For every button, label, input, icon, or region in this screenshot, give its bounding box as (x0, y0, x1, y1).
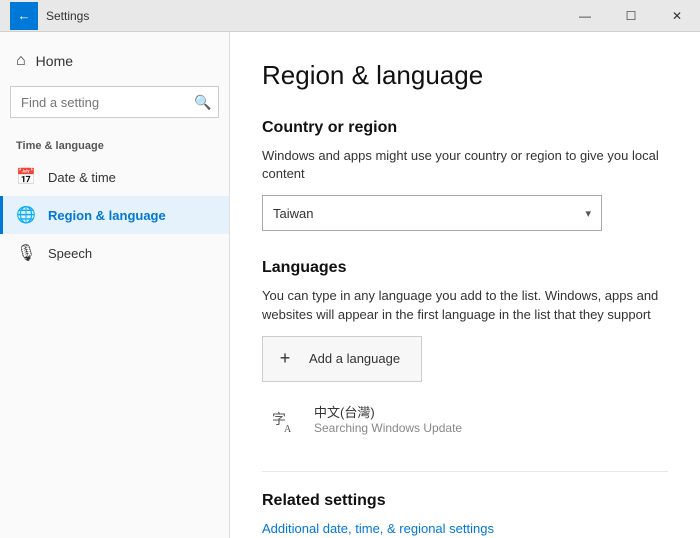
related-settings-section: Related settings Additional date, time, … (262, 492, 668, 536)
language-icon: 字 A (270, 402, 302, 434)
sidebar-item-home[interactable]: ⌂ Home (0, 42, 229, 80)
sidebar-section-label: Time & language (0, 132, 229, 158)
back-button[interactable]: ← (10, 2, 38, 30)
minimize-button[interactable]: — (562, 0, 608, 32)
close-button[interactable]: ✕ (654, 0, 700, 32)
language-name: 中文(台灣) (314, 402, 462, 421)
sidebar-item-region-language[interactable]: 🌐 Region & language (0, 196, 229, 234)
country-region-value: Taiwan (273, 206, 313, 221)
sidebar-item-speech[interactable]: 🎙 Speech (0, 234, 229, 272)
language-info: 中文(台灣) Searching Windows Update (314, 402, 462, 435)
sidebar-item-date-time-label: Date & time (48, 170, 116, 185)
sidebar-home-label: Home (36, 53, 73, 69)
add-language-button[interactable]: + Add a language (262, 336, 422, 382)
titlebar-title: Settings (46, 9, 89, 23)
country-region-section: Country or region Windows and apps might… (262, 119, 668, 231)
country-region-title: Country or region (262, 119, 668, 137)
sidebar-item-speech-label: Speech (48, 246, 92, 261)
search-box: 🔍 (10, 86, 219, 118)
plus-icon: + (271, 345, 299, 373)
sidebar-item-date-time[interactable]: 📅 Date & time (0, 158, 229, 196)
country-region-description: Windows and apps might use your country … (262, 147, 668, 183)
home-icon: ⌂ (16, 52, 26, 70)
related-settings-title: Related settings (262, 492, 668, 510)
speech-icon: 🎙 (16, 243, 36, 263)
chevron-down-icon: ▾ (585, 207, 591, 220)
main-content: Region & language Country or region Wind… (230, 32, 700, 538)
languages-description: You can type in any language you add to … (262, 287, 668, 323)
date-time-icon: 📅 (16, 167, 36, 187)
languages-title: Languages (262, 259, 668, 277)
titlebar-left: ← Settings (10, 2, 89, 30)
additional-date-time-link[interactable]: Additional date, time, & regional settin… (262, 521, 494, 536)
language-status: Searching Windows Update (314, 421, 462, 435)
titlebar-controls: — ☐ ✕ (562, 0, 700, 32)
titlebar: ← Settings — ☐ ✕ (0, 0, 700, 32)
maximize-button[interactable]: ☐ (608, 0, 654, 32)
svg-text:A: A (284, 424, 292, 434)
sidebar: ⌂ Home 🔍 Time & language 📅 Date & time 🌐… (0, 32, 230, 538)
sidebar-item-region-language-label: Region & language (48, 208, 166, 223)
country-region-dropdown[interactable]: Taiwan ▾ (262, 195, 602, 231)
list-item[interactable]: 字 A 中文(台灣) Searching Windows Update (262, 394, 668, 443)
search-button[interactable]: 🔍 (187, 86, 219, 118)
search-icon: 🔍 (194, 94, 211, 111)
region-language-icon: 🌐 (16, 205, 36, 225)
app-container: ⌂ Home 🔍 Time & language 📅 Date & time 🌐… (0, 32, 700, 538)
divider (262, 471, 668, 472)
languages-section: Languages You can type in any language y… (262, 259, 668, 442)
page-title: Region & language (262, 60, 668, 91)
add-language-label: Add a language (309, 351, 400, 366)
